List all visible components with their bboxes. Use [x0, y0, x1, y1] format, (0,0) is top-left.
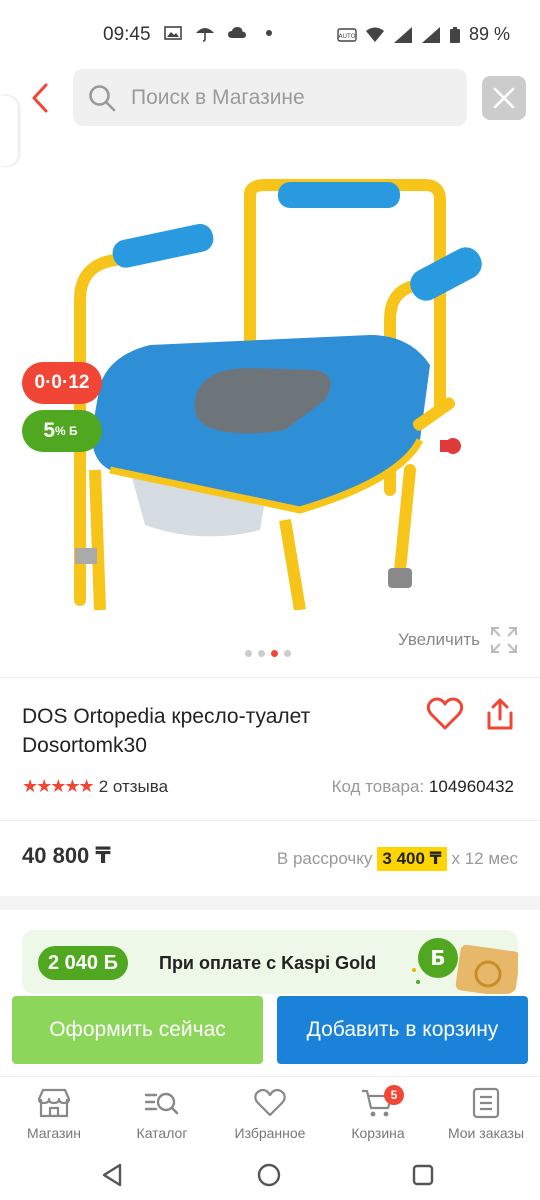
- search-row: [0, 68, 540, 128]
- heart-icon: [426, 697, 464, 730]
- chevron-left-icon: [32, 83, 48, 113]
- reviews-link[interactable]: 2 отзыва: [99, 777, 168, 797]
- product-code-label: Код товара:: [331, 777, 425, 796]
- installment-suffix: x 12 мес: [451, 849, 519, 868]
- status-right: AUTO 89 %: [337, 24, 510, 45]
- battery-percent: 89 %: [468, 24, 510, 44]
- nav-favorites[interactable]: Избранное: [216, 1087, 324, 1141]
- nav-orders-label: Мои заказы: [447, 1125, 525, 1141]
- gallery-dot-active[interactable]: [271, 650, 278, 657]
- status-bar: 09:45 AUTO 89 %: [0, 0, 540, 70]
- umbrella-icon: [196, 28, 214, 42]
- cloud-icon: [228, 27, 246, 38]
- battery-icon: [449, 26, 460, 43]
- share-button[interactable]: [484, 697, 520, 737]
- nav-catalog[interactable]: Каталог: [108, 1087, 216, 1141]
- bottom-nav: Магазин Каталог Избранное 5 Корзина Мои …: [0, 1076, 540, 1150]
- side-drawer-handle[interactable]: [0, 96, 18, 166]
- image-icon: [164, 26, 182, 40]
- product-title: DOS Ortopedia кресло-туалет Dosortomk30: [22, 705, 311, 757]
- system-nav-bar: [0, 1150, 540, 1200]
- svg-text:Б: Б: [430, 946, 445, 970]
- promo-text: При оплате с Kaspi Gold: [159, 953, 377, 973]
- bonus-badge: 5% Б: [22, 410, 102, 452]
- cart-count-badge: 5: [384, 1085, 404, 1105]
- signal-1-icon: [393, 26, 412, 43]
- bonus-badge-value: 5: [43, 419, 56, 442]
- heart-icon: [254, 1088, 286, 1117]
- close-icon: [493, 87, 515, 109]
- dot-icon: [266, 30, 272, 36]
- kaspi-gold-card-icon: Б: [412, 938, 518, 994]
- nav-store[interactable]: Магазин: [0, 1087, 108, 1141]
- section-separator: [0, 896, 540, 910]
- installment-info[interactable]: В рассрочку 3 400 ₸ x 12 мес: [277, 847, 518, 871]
- search-icon: [89, 84, 116, 111]
- favorite-button[interactable]: [426, 697, 466, 737]
- buy-now-button[interactable]: Оформить сейчас: [12, 996, 263, 1064]
- promo-bonus-badge: 2 040 Б: [38, 946, 128, 980]
- search-box[interactable]: [73, 69, 467, 126]
- search-input[interactable]: [131, 85, 431, 110]
- recents-square-icon[interactable]: [410, 1162, 436, 1188]
- gallery-dot[interactable]: [284, 650, 291, 657]
- nav-cart-label: Корзина: [351, 1125, 405, 1141]
- divider: [0, 820, 540, 821]
- zoom-label: Увеличить: [398, 630, 480, 649]
- signal-2-icon: [421, 26, 440, 43]
- gallery-dot[interactable]: [245, 650, 252, 657]
- rating-stars: ★★★★★: [22, 776, 95, 796]
- store-icon: [37, 1088, 71, 1118]
- close-button[interactable]: [482, 76, 526, 120]
- back-triangle-icon[interactable]: [100, 1162, 126, 1188]
- divider: [0, 677, 540, 678]
- auto-icon: AUTO: [337, 27, 357, 42]
- bonus-badge-suffix: % Б: [55, 424, 78, 438]
- wifi-icon: [365, 27, 384, 42]
- nav-orders[interactable]: Мои заказы: [432, 1087, 540, 1141]
- nav-cart[interactable]: 5 Корзина: [324, 1085, 432, 1141]
- nav-catalog-label: Каталог: [136, 1125, 188, 1141]
- gallery-dots: [245, 650, 291, 657]
- nav-favorites-label: Избранное: [234, 1125, 306, 1141]
- add-to-cart-button[interactable]: Добавить в корзину: [277, 996, 528, 1064]
- orders-icon: [472, 1087, 500, 1119]
- installment-prefix: В рассрочку: [276, 849, 373, 868]
- product-code: Код товара: 104960432: [332, 777, 514, 797]
- cta-row: Оформить сейчас Добавить в корзину: [0, 996, 540, 1074]
- expand-icon: [491, 627, 517, 653]
- zoom-button[interactable]: Увеличить: [398, 626, 518, 654]
- gallery-dot[interactable]: [258, 650, 265, 657]
- installment-amount: 3 400 ₸: [377, 847, 447, 871]
- home-circle-icon[interactable]: [256, 1162, 282, 1188]
- rating-row[interactable]: ★★★★★ 2 отзыва: [22, 776, 168, 797]
- back-button[interactable]: [22, 78, 58, 118]
- installment-badge: 0·0·12: [22, 362, 102, 404]
- catalog-search-icon: [144, 1092, 179, 1115]
- status-left-icons: [163, 24, 279, 42]
- product-gallery[interactable]: 0·0·12 5% Б: [0, 160, 540, 620]
- product-price: 40 800 ₸: [22, 843, 111, 868]
- svg-text:AUTO: AUTO: [339, 33, 356, 40]
- product-image[interactable]: [70, 170, 490, 610]
- status-time: 09:45: [103, 24, 151, 45]
- share-icon: [487, 698, 513, 730]
- kaspi-gold-promo[interactable]: 2 040 Б При оплате с Kaspi Gold Б: [22, 930, 518, 994]
- product-code-value: 104960432: [428, 777, 514, 796]
- nav-store-label: Магазин: [26, 1125, 81, 1141]
